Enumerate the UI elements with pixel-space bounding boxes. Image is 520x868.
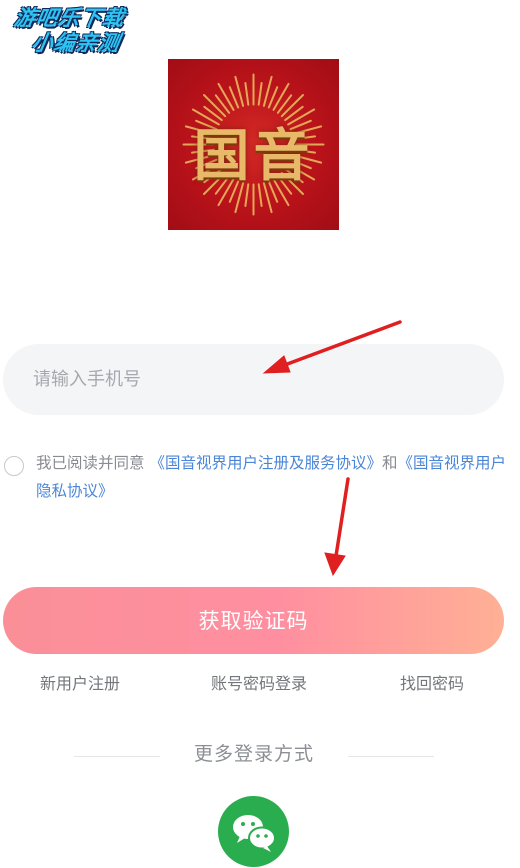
logo-ray bbox=[272, 82, 290, 111]
divider-left bbox=[74, 756, 160, 757]
watermark-line-1: 游吧乐下载 bbox=[12, 6, 127, 30]
wechat-login-button[interactable] bbox=[218, 796, 289, 867]
divider-right bbox=[348, 756, 434, 757]
agreement-conjunction: 和 bbox=[381, 454, 398, 472]
password-login-link[interactable]: 账号密码登录 bbox=[211, 670, 307, 694]
recover-password-link[interactable]: 找回密码 bbox=[400, 670, 464, 694]
wechat-icon bbox=[233, 815, 276, 852]
logo-ray bbox=[244, 82, 250, 106]
app-logo: 国音 bbox=[168, 59, 339, 230]
logo-text: 国音 bbox=[193, 123, 314, 189]
logo-ray bbox=[257, 82, 263, 106]
agreement-text: 我已阅读并同意 《国音视界用户注册及服务协议》和《国音视界用户隐私协议》 bbox=[36, 449, 512, 505]
more-login-title: 更多登录方式 bbox=[193, 743, 314, 765]
service-agreement-link[interactable]: 《国音视界用户注册及服务协议》 bbox=[149, 454, 382, 472]
get-code-button[interactable]: 获取验证码 bbox=[3, 587, 504, 654]
logo-ray bbox=[217, 82, 235, 111]
agreement-prefix: 我已阅读并同意 bbox=[36, 454, 150, 472]
login-page: 游吧乐下载 小编亲测 国音 我已阅读并同意 《国音视界用户注册及服务协议》和《国… bbox=[0, 0, 520, 868]
arrow-head-button bbox=[324, 552, 346, 577]
watermark-line-2: 小编亲测 bbox=[29, 31, 123, 55]
phone-input-wrapper bbox=[3, 344, 504, 415]
phone-input[interactable] bbox=[33, 344, 473, 415]
agree-checkbox[interactable] bbox=[4, 456, 24, 476]
watermark: 游吧乐下载 小编亲测 bbox=[8, 6, 146, 55]
register-link[interactable]: 新用户注册 bbox=[40, 670, 120, 694]
